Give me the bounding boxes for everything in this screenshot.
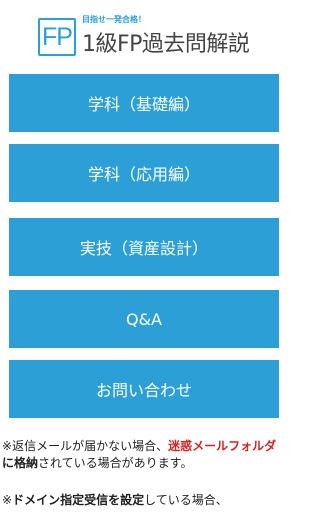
note-text: している場合、 [144, 493, 228, 507]
fp-logo-text: FP [42, 22, 73, 51]
menu-button-contact[interactable]: お問い合わせ [9, 360, 279, 418]
menu-button-applied[interactable]: 学科（応用編） [9, 144, 279, 202]
menu-button-label: Q&A [125, 309, 162, 329]
note-text: されている場合があります。 [38, 456, 193, 470]
note-mark: ※ [2, 439, 13, 453]
menu-button-basic[interactable]: 学科（基礎編） [9, 74, 279, 132]
menu-button-label: お問い合わせ [95, 381, 192, 400]
note-mark: ※ [2, 493, 13, 507]
menu-button-practical[interactable]: 実技（資産設計） [9, 218, 279, 276]
fp-logo: FP [38, 18, 76, 56]
note-spam-folder: ※返信メールが届かない場合、迷惑メールフォルダに格納されている場合があります。 [2, 438, 286, 472]
menu-button-qa[interactable]: Q&A [9, 290, 279, 348]
app-header: FP 目指せ一発合格！ 1級FP過去問解説 [38, 8, 258, 58]
note-highlight: 迷惑メールフォルダ [168, 439, 277, 453]
note-bold: ドメイン指定受信を設定 [12, 493, 145, 507]
app-title: 1級FP過去問解説 [82, 32, 250, 57]
app-screen: FP 目指せ一発合格！ 1級FP過去問解説 学科（基礎編） 学科（応用編） 実技… [0, 0, 288, 512]
tagline: 目指せ一発合格！ [82, 15, 146, 24]
menu-button-label: 学科（基礎編） [87, 95, 200, 114]
note-text: 返信メールが届かない場合、 [12, 439, 169, 453]
note-domain-filter: ※ドメイン指定受信を設定している場合、 [2, 492, 286, 509]
note-bold: に格納 [2, 456, 39, 470]
menu-button-label: 実技（資産設計） [79, 239, 208, 258]
menu-button-label: 学科（応用編） [87, 165, 200, 184]
